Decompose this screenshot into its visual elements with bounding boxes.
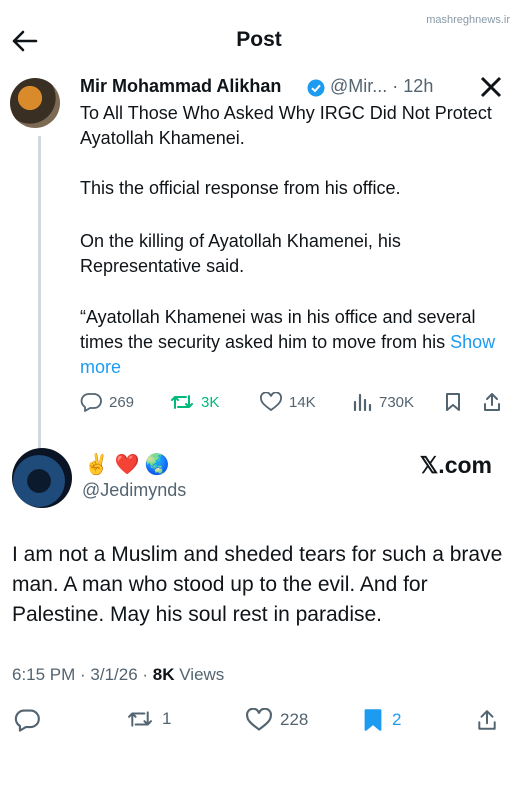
post-meta: 6:15 PM · 3/1/26 · 8K Views (12, 665, 224, 685)
avatar[interactable] (12, 448, 72, 508)
page-title: Post (236, 28, 282, 51)
author-handle[interactable]: @Mir... · 12h (330, 76, 433, 97)
display-name[interactable]: ✌️ ❤️ 🌏 (84, 452, 170, 477)
x-com-badge: 𝕏.com (419, 452, 492, 478)
share-button[interactable] (476, 708, 498, 732)
repost-button[interactable]: 3K (170, 392, 219, 412)
reply-count: 269 (109, 393, 135, 411)
reply-text: I am not a Muslim and sheded tears for s… (12, 543, 503, 626)
post-paragraph: This the official response from his offi… (80, 178, 401, 198)
views-button[interactable]: 730K (352, 392, 414, 412)
post-timestamp[interactable]: 6:15 PM · 3/1/26 · (12, 665, 153, 684)
like-count: 14K (289, 393, 316, 411)
views-count: 730K (379, 393, 415, 411)
bookmark-button[interactable]: 2 (362, 708, 401, 732)
like-button[interactable]: 14K (260, 392, 316, 412)
thread-line (38, 136, 41, 448)
share-button[interactable] (482, 392, 502, 412)
x-logo-icon (480, 76, 502, 98)
post-actions: 269 3K 14K 730K (80, 392, 505, 414)
watermark: mashreghnews.ir (426, 14, 510, 26)
verified-badge-icon (307, 79, 325, 97)
repost-button[interactable]: 1 (126, 708, 171, 730)
post-paragraph: “Ayatollah Khamenei was in his office an… (80, 307, 496, 377)
post-paragraph: On the killing of Ayatollah Khamenei, hi… (80, 231, 401, 276)
author-handle[interactable]: @Jedimynds (82, 480, 186, 501)
author-name[interactable]: Mir Mohammad Alikhan (80, 76, 281, 97)
repost-count: 1 (162, 709, 172, 728)
avatar[interactable] (10, 78, 60, 128)
reply-button[interactable]: 269 (80, 392, 134, 412)
reply-button[interactable] (14, 708, 40, 732)
like-count: 228 (280, 710, 309, 729)
bookmark-button[interactable] (444, 392, 462, 412)
post-time: · 12h (392, 76, 434, 96)
repost-count: 3K (201, 393, 220, 411)
views-count: 8K (152, 665, 175, 684)
like-button[interactable]: 228 (246, 708, 308, 732)
reply-actions: 1 228 2 (14, 708, 504, 734)
bookmark-count: 2 (392, 710, 402, 729)
post-paragraph: To All Those Who Asked Why IRGC Did Not … (80, 103, 492, 148)
views-label: Views (174, 665, 225, 684)
